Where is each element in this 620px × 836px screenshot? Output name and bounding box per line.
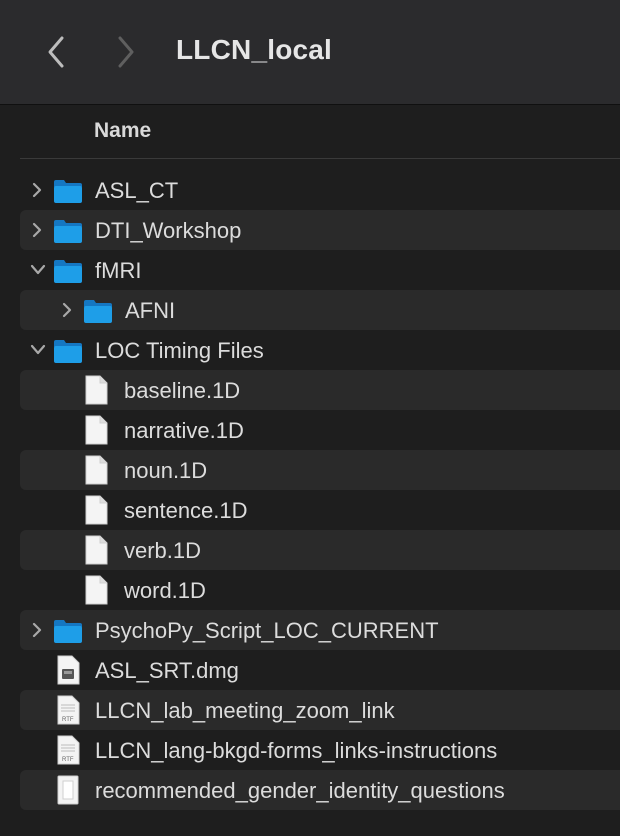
disclosure-collapsed-icon[interactable] [30,621,44,639]
column-header: Name [0,105,620,159]
folder-icon [53,617,83,644]
forward-button[interactable] [106,30,146,74]
folder-icon [53,257,83,284]
document-icon [56,775,80,805]
list-item-label: AFNI [125,298,176,323]
list-item-label: LLCN_lab_meeting_zoom_link [95,698,395,723]
list-item-label: DTI_Workshop [95,218,242,243]
list-item[interactable]: PsychoPy_Script_LOC_CURRENT [20,610,620,650]
list-item-label: ASL_CT [95,178,179,203]
list-item-label: LLCN_lang-bkgd-forms_links-instructions [95,738,498,763]
document-icon [84,415,108,445]
document-icon [84,495,108,525]
list-item[interactable]: RTF LLCN_lab_meeting_zoom_link [20,690,620,730]
list-item-label: baseline.1D [124,378,241,403]
list-item[interactable]: recommended_gender_identity_questions [20,770,620,810]
list-item[interactable]: ASL_CT [20,170,620,210]
back-button[interactable] [36,30,76,74]
disclosure-expanded-icon[interactable] [30,261,46,279]
list-item[interactable]: LOC Timing Files [20,330,620,370]
list-item[interactable]: fMRI [20,250,620,290]
list-item[interactable]: RTF LLCN_lang-bkgd-forms_links-instructio… [20,730,620,770]
list-item[interactable]: verb.1D [20,530,620,570]
document-icon [84,455,108,485]
list-item[interactable]: narrative.1D [20,410,620,450]
list-item-label: verb.1D [124,538,202,563]
list-item-label: LOC Timing Files [95,338,264,363]
folder-icon [83,297,113,324]
list-item-label: PsychoPy_Script_LOC_CURRENT [95,618,439,643]
list-item-label: noun.1D [124,458,208,483]
list-item-label: recommended_gender_identity_questions [95,778,505,803]
document-icon [84,575,108,605]
folder-icon [53,177,83,204]
window-title: LLCN_local [176,34,333,65]
name-column-header[interactable]: Name [94,119,151,143]
disk-image-icon [56,655,80,685]
list-item[interactable]: DTI_Workshop [20,210,620,250]
list-item[interactable]: baseline.1D [20,370,620,410]
list-item[interactable]: sentence.1D [20,490,620,530]
rtf-badge: RTF [62,717,74,723]
chevron-right-icon [118,36,134,68]
toolbar: LLCN_local [0,0,620,105]
list-item-label: sentence.1D [124,498,248,523]
disclosure-collapsed-icon[interactable] [60,301,74,319]
disclosure-collapsed-icon[interactable] [30,221,44,239]
rtf-badge: RTF [62,757,74,763]
folder-icon [53,217,83,244]
list-item[interactable]: noun.1D [20,450,620,490]
list-item-label: fMRI [95,258,142,283]
list-item-label: ASL_SRT.dmg [95,658,239,683]
list-item[interactable]: word.1D [20,570,620,610]
list-item-label: narrative.1D [124,418,244,443]
folder-icon [53,337,83,364]
document-icon [84,375,108,405]
list-item[interactable]: ASL_SRT.dmg [20,650,620,690]
header-divider [20,158,620,159]
disclosure-expanded-icon[interactable] [30,341,46,359]
rtf-document-icon: RTF [56,735,80,765]
rtf-document-icon: RTF [56,695,80,725]
document-icon [84,535,108,565]
list-item-label: word.1D [124,578,206,603]
list-item[interactable]: AFNI [20,290,620,330]
chevron-left-icon [48,36,64,68]
disclosure-collapsed-icon[interactable] [30,181,44,199]
